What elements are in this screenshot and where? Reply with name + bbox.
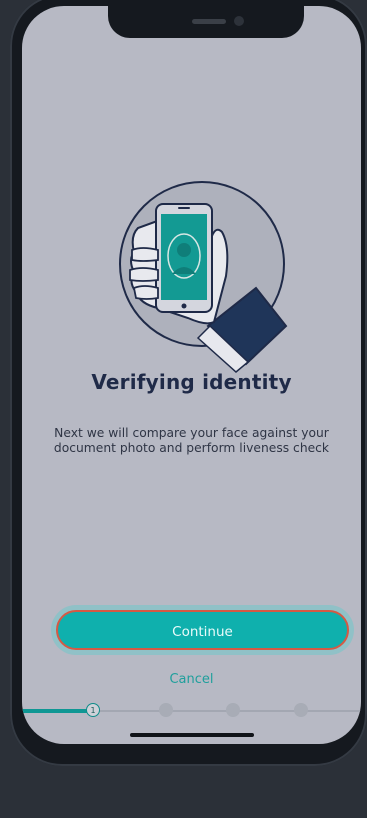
progress-step-3: 3 [226, 703, 240, 717]
app-screen: Verifying identity Next we will compare … [22, 6, 361, 744]
progress-fill [22, 709, 92, 713]
progress-step-4: 4 [294, 703, 308, 717]
progress-step-2: 2 [159, 703, 173, 717]
progress-step-1: 1 [86, 703, 100, 717]
continue-button[interactable]: Continue [56, 610, 349, 650]
cancel-link[interactable]: Cancel [22, 672, 361, 687]
home-indicator[interactable] [130, 733, 254, 737]
speaker-icon [192, 19, 226, 24]
phone-notch [108, 6, 304, 38]
phone-frame: Verifying identity Next we will compare … [10, 0, 367, 766]
page-description: Next we will compare your face against y… [53, 426, 330, 455]
camera-icon [234, 16, 244, 26]
hand-holding-phone-face-illustration [119, 181, 288, 373]
page-title: Verifying identity [91, 370, 292, 394]
